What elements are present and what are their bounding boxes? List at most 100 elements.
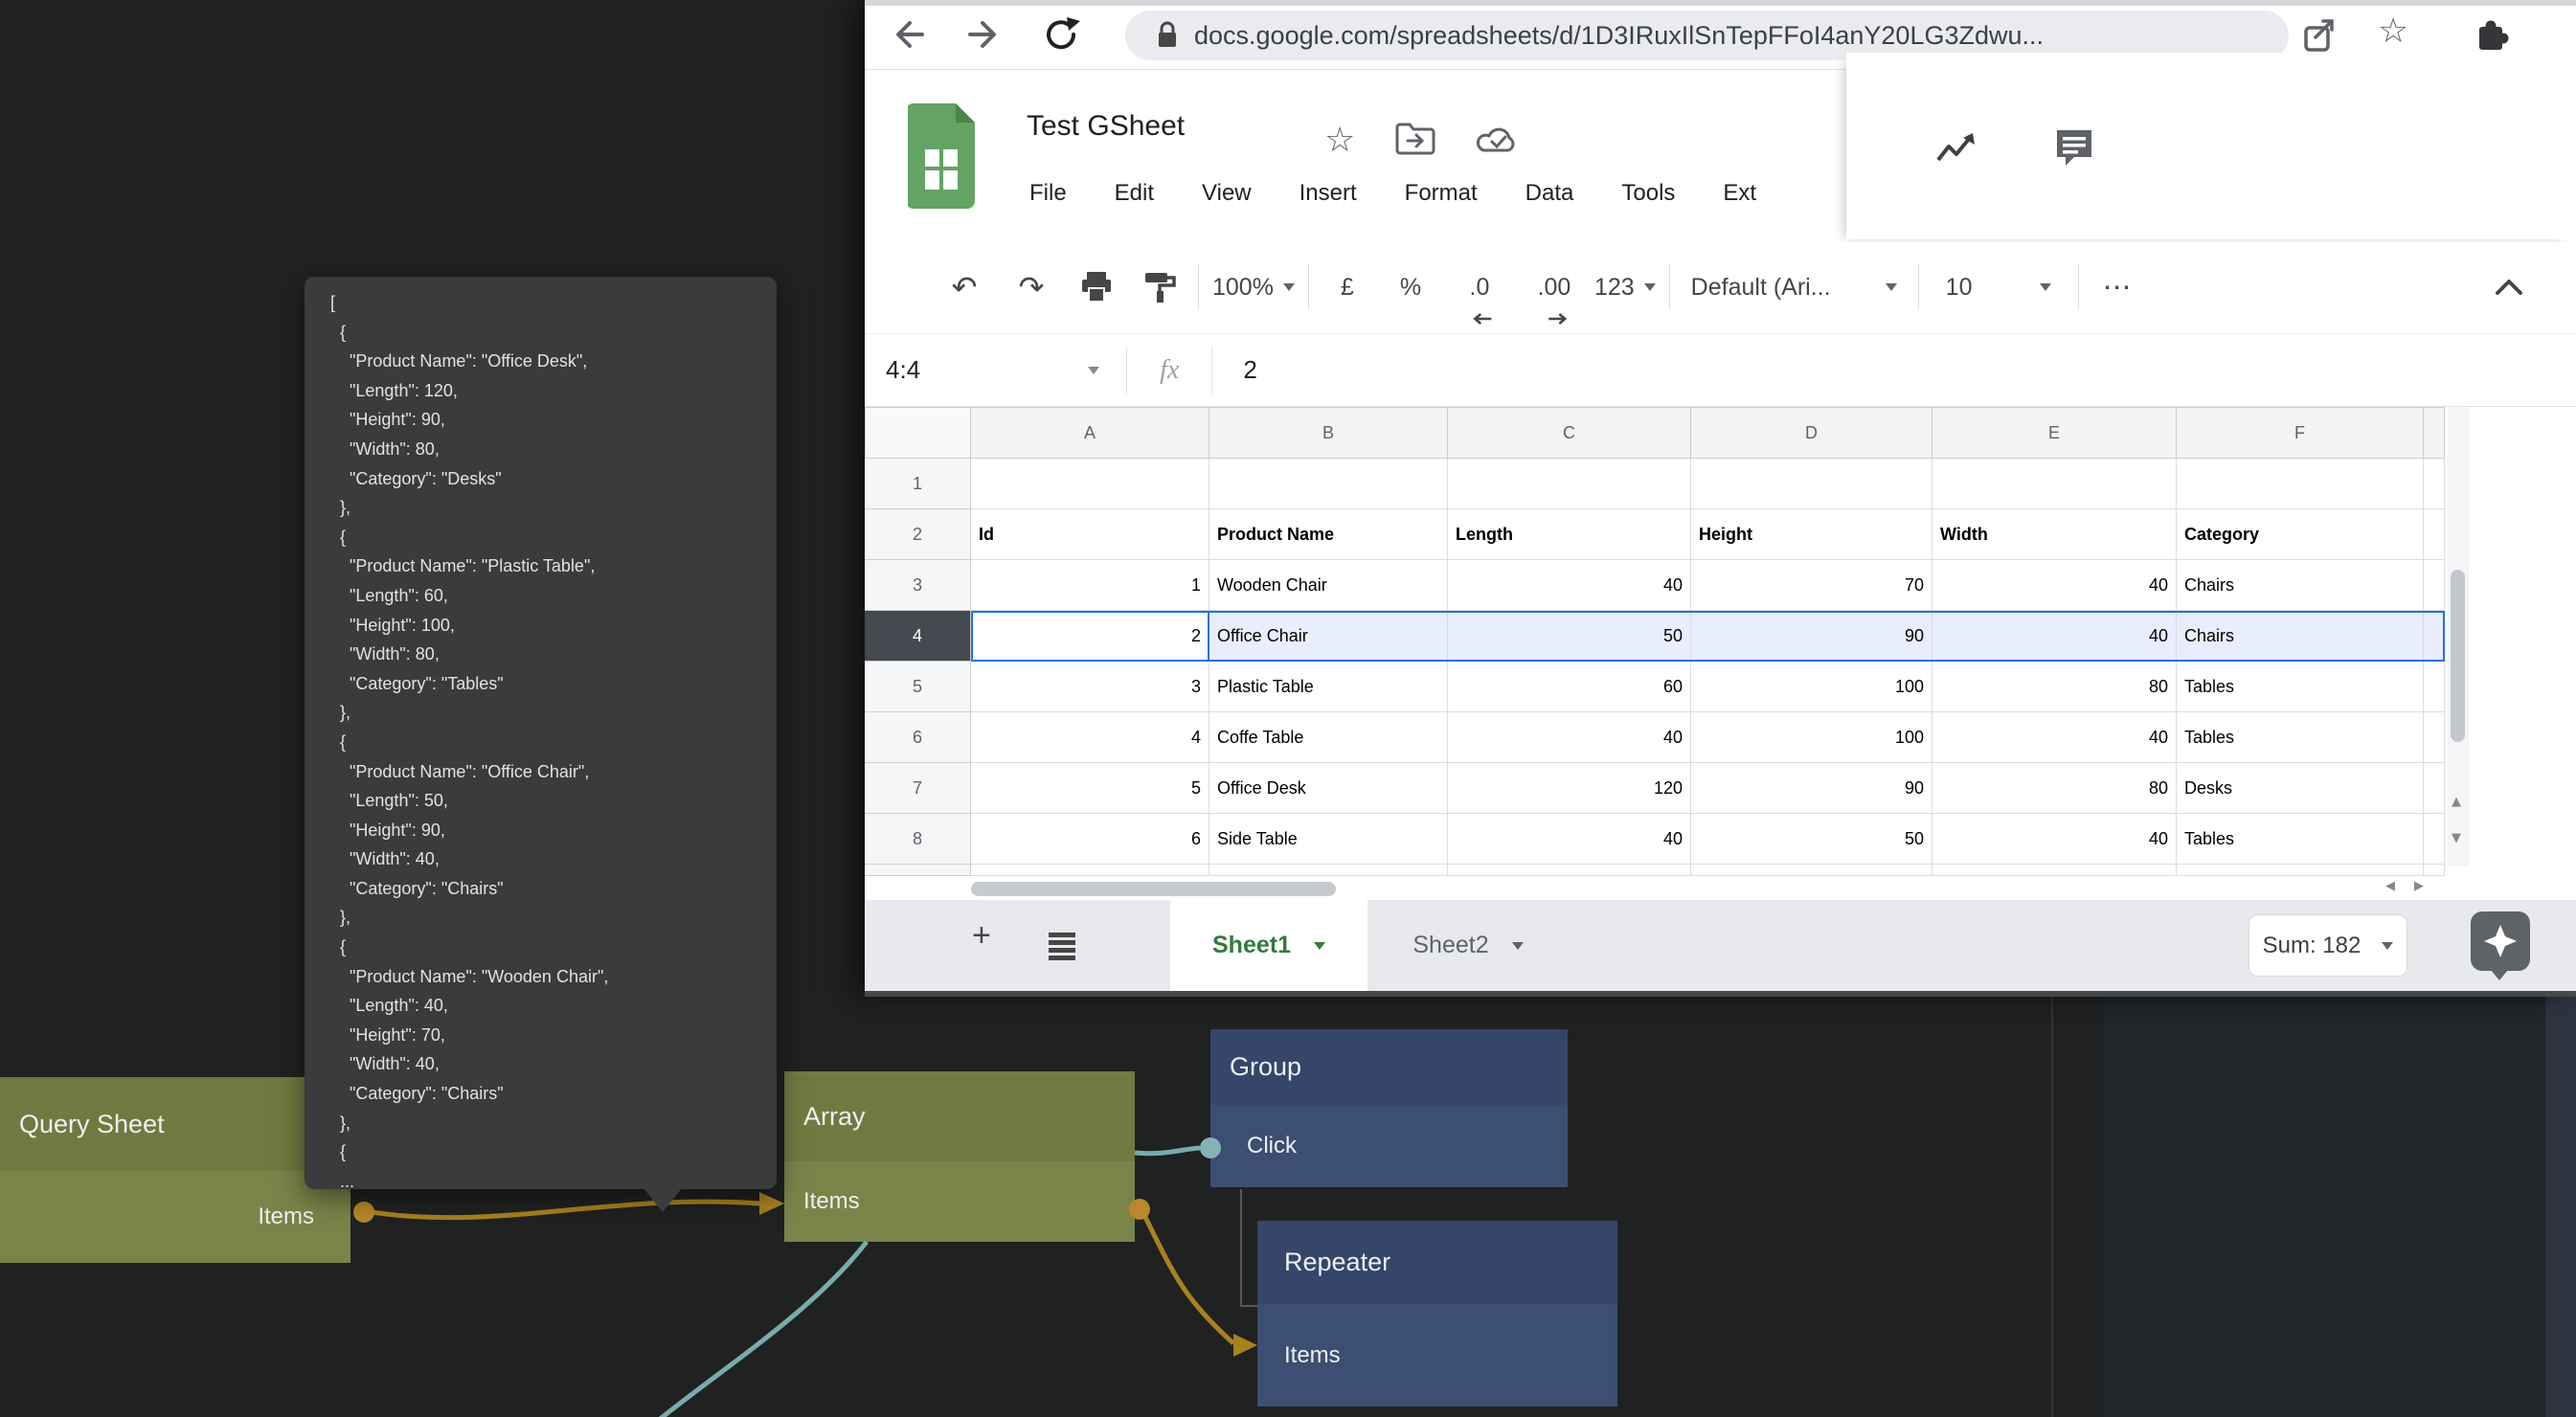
sum-status-pill[interactable]: Sum: 182 bbox=[2248, 914, 2407, 977]
tab-sheet1[interactable]: Sheet1 bbox=[1170, 900, 1367, 991]
cell-E4[interactable]: 40 bbox=[1932, 611, 2177, 662]
add-sheet-button[interactable]: + bbox=[972, 917, 991, 955]
bookmark-star-icon[interactable]: ☆ bbox=[2378, 11, 2420, 53]
increase-decimals-button[interactable]: .00 bbox=[1524, 260, 1585, 314]
paint-format-button[interactable] bbox=[1135, 260, 1185, 314]
cell-E3[interactable]: 40 bbox=[1932, 560, 2177, 611]
more-formats-button[interactable]: 123 bbox=[1594, 260, 1656, 314]
extensions-puzzle-icon[interactable] bbox=[2470, 13, 2512, 56]
cell-E2[interactable]: Width bbox=[1932, 509, 2177, 560]
cell-B5[interactable]: Plastic Table bbox=[1209, 662, 1448, 712]
font-select[interactable]: Default (Ari... bbox=[1683, 260, 1905, 314]
row-header-5[interactable]: 5 bbox=[865, 662, 971, 712]
column-header-C[interactable]: C bbox=[1448, 407, 1691, 459]
row-header-2[interactable]: 2 bbox=[865, 509, 971, 560]
forward-icon[interactable] bbox=[962, 13, 1005, 56]
node-repeater[interactable]: Repeater Items bbox=[1257, 1221, 1617, 1406]
row-header-4[interactable]: 4 bbox=[865, 611, 971, 662]
formula-input[interactable]: 2 bbox=[1243, 355, 1256, 385]
cell-D5[interactable]: 100 bbox=[1691, 662, 1932, 712]
column-header-E[interactable]: E bbox=[1932, 407, 2177, 459]
menu-ext[interactable]: Ext bbox=[1723, 180, 1756, 207]
format-percent-button[interactable]: % bbox=[1386, 260, 1435, 314]
scroll-up-icon[interactable]: ▲ bbox=[2452, 795, 2461, 809]
comment-icon[interactable] bbox=[2052, 125, 2096, 169]
cell-B6[interactable]: Coffe Table bbox=[1209, 712, 1448, 763]
cell-F8[interactable]: Tables bbox=[2177, 814, 2424, 865]
cell-A1[interactable] bbox=[971, 459, 1209, 509]
cell-B2[interactable]: Product Name bbox=[1209, 509, 1448, 560]
column-header-B[interactable]: B bbox=[1209, 407, 1448, 459]
select-all-corner[interactable] bbox=[865, 407, 971, 459]
redo-button[interactable]: ↷ bbox=[1006, 260, 1056, 314]
column-header-F[interactable]: F bbox=[2177, 407, 2424, 459]
menu-view[interactable]: View bbox=[1202, 180, 1252, 207]
row-header-7[interactable]: 7 bbox=[865, 763, 971, 814]
node-array[interactable]: Array Items bbox=[784, 1071, 1135, 1242]
star-document-icon[interactable]: ☆ bbox=[1324, 120, 1355, 160]
cell-E8[interactable]: 40 bbox=[1932, 814, 2177, 865]
cell-C6[interactable]: 40 bbox=[1448, 712, 1691, 763]
cell-E5[interactable]: 80 bbox=[1932, 662, 2177, 712]
document-title[interactable]: Test GSheet bbox=[1027, 110, 1185, 143]
cell-C4[interactable]: 50 bbox=[1448, 611, 1691, 662]
cell-C5[interactable]: 60 bbox=[1448, 662, 1691, 712]
cell-F6[interactable]: Tables bbox=[2177, 712, 2424, 763]
activity-history-icon[interactable] bbox=[1934, 129, 1978, 168]
cell-C7[interactable]: 120 bbox=[1448, 763, 1691, 814]
cell-F1[interactable] bbox=[2177, 459, 2424, 509]
cell-A3[interactable]: 1 bbox=[971, 560, 1209, 611]
undo-button[interactable]: ↶ bbox=[939, 260, 989, 314]
decrease-decimals-button[interactable]: .0 bbox=[1449, 260, 1510, 314]
column-header-D[interactable]: D bbox=[1691, 407, 1932, 459]
row-header-1[interactable]: 1 bbox=[865, 459, 971, 509]
more-toolbar-button[interactable]: ⋯ bbox=[2092, 260, 2142, 314]
cell-D1[interactable] bbox=[1691, 459, 1932, 509]
cell-E1[interactable] bbox=[1932, 459, 2177, 509]
cell-A4[interactable]: 2 bbox=[971, 611, 1209, 662]
name-box[interactable]: 4:4 bbox=[886, 355, 920, 385]
menu-data[interactable]: Data bbox=[1525, 180, 1574, 207]
zoom-select[interactable]: 100% bbox=[1212, 260, 1295, 314]
cell-E6[interactable]: 40 bbox=[1932, 712, 2177, 763]
cell-C1[interactable] bbox=[1448, 459, 1691, 509]
cell-A6[interactable]: 4 bbox=[971, 712, 1209, 763]
cell-C8[interactable]: 40 bbox=[1448, 814, 1691, 865]
menu-insert[interactable]: Insert bbox=[1299, 180, 1357, 207]
cell-B1[interactable] bbox=[1209, 459, 1448, 509]
cell-B3[interactable]: Wooden Chair bbox=[1209, 560, 1448, 611]
cell-F3[interactable]: Chairs bbox=[2177, 560, 2424, 611]
cell-D4[interactable]: 90 bbox=[1691, 611, 1932, 662]
cell-D6[interactable]: 100 bbox=[1691, 712, 1932, 763]
cell-F5[interactable]: Tables bbox=[2177, 662, 2424, 712]
format-currency-button[interactable]: £ bbox=[1322, 260, 1372, 314]
column-header-A[interactable]: A bbox=[971, 407, 1209, 459]
cell-D3[interactable]: 70 bbox=[1691, 560, 1932, 611]
scroll-right-icon[interactable]: ▶ bbox=[2414, 879, 2424, 893]
tab-sheet2[interactable]: Sheet2 bbox=[1387, 900, 1549, 991]
row-header-8[interactable]: 8 bbox=[865, 814, 971, 865]
sheet1-menu-icon[interactable] bbox=[1314, 942, 1325, 950]
cell-F2[interactable]: Category bbox=[2177, 509, 2424, 560]
reload-icon[interactable] bbox=[1040, 13, 1082, 56]
cell-B7[interactable]: Office Desk bbox=[1209, 763, 1448, 814]
cell-A5[interactable]: 3 bbox=[971, 662, 1209, 712]
cell-B4[interactable]: Office Chair bbox=[1209, 611, 1448, 662]
sheet2-menu-icon[interactable] bbox=[1512, 942, 1524, 950]
cell-D2[interactable]: Height bbox=[1691, 509, 1932, 560]
vertical-scrollbar-thumb[interactable] bbox=[2451, 570, 2465, 742]
explore-button[interactable] bbox=[2471, 911, 2530, 971]
all-sheets-icon[interactable] bbox=[1045, 931, 1079, 961]
cell-C3[interactable]: 40 bbox=[1448, 560, 1691, 611]
row-header-6[interactable]: 6 bbox=[865, 712, 971, 763]
url-text[interactable]: docs.google.com/spreadsheets/d/1D3IRuxIl… bbox=[1194, 21, 2044, 51]
back-icon[interactable] bbox=[888, 13, 930, 56]
horizontal-scrollbar-thumb[interactable] bbox=[971, 882, 1336, 896]
scroll-left-icon[interactable]: ◀ bbox=[2385, 879, 2395, 893]
cell-A2[interactable]: Id bbox=[971, 509, 1209, 560]
cell-B8[interactable]: Side Table bbox=[1209, 814, 1448, 865]
cell-D8[interactable]: 50 bbox=[1691, 814, 1932, 865]
menu-tools[interactable]: Tools bbox=[1621, 180, 1675, 207]
menu-file[interactable]: File bbox=[1029, 180, 1067, 207]
print-button[interactable] bbox=[1072, 260, 1121, 314]
